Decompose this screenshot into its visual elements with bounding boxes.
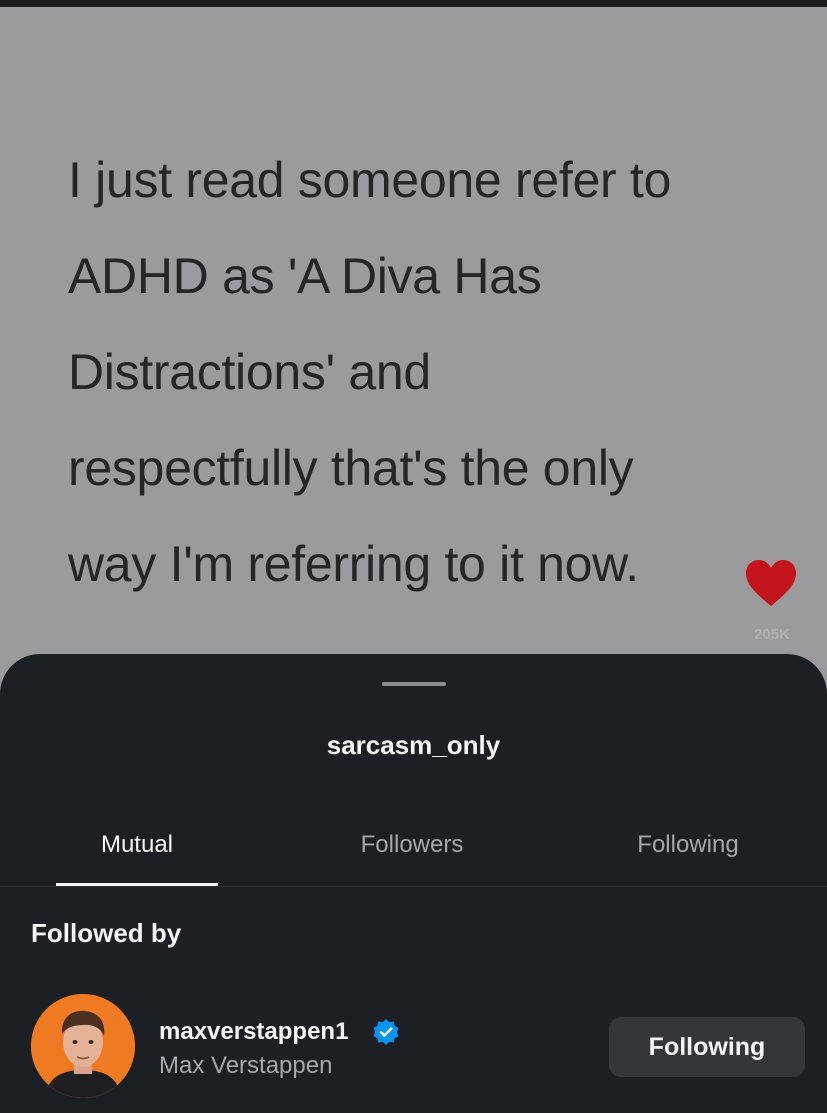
verified-badge-icon xyxy=(373,1019,399,1045)
post-quote-text: I just read someone refer to ADHD as 'A … xyxy=(68,152,672,592)
full-name: Max Verstappen xyxy=(159,1052,333,1079)
tab-bar: Mutual Followers Following xyxy=(0,814,827,887)
section-label-followed-by: Followed by xyxy=(31,918,182,948)
tab-mutual[interactable]: Mutual xyxy=(56,831,218,871)
like-count: 205K xyxy=(754,626,790,643)
sheet-drag-handle[interactable] xyxy=(382,682,446,686)
tab-following[interactable]: Following xyxy=(604,831,772,871)
username[interactable]: maxverstappen1 xyxy=(159,1018,348,1046)
list-item[interactable]: maxverstappen1 Max Verstappen Following xyxy=(0,990,827,1100)
bottom-sheet: sarcasm_only Mutual Followers Following … xyxy=(0,654,827,1113)
avatar-portrait-icon xyxy=(31,994,135,1098)
sheet-title: sarcasm_only xyxy=(326,730,501,760)
following-button[interactable]: Following xyxy=(609,1017,805,1077)
heart-icon[interactable] xyxy=(744,558,798,608)
avatar[interactable] xyxy=(31,994,135,1098)
tab-followers[interactable]: Followers xyxy=(330,831,494,871)
active-tab-indicator xyxy=(56,883,218,886)
status-bar xyxy=(0,0,827,7)
